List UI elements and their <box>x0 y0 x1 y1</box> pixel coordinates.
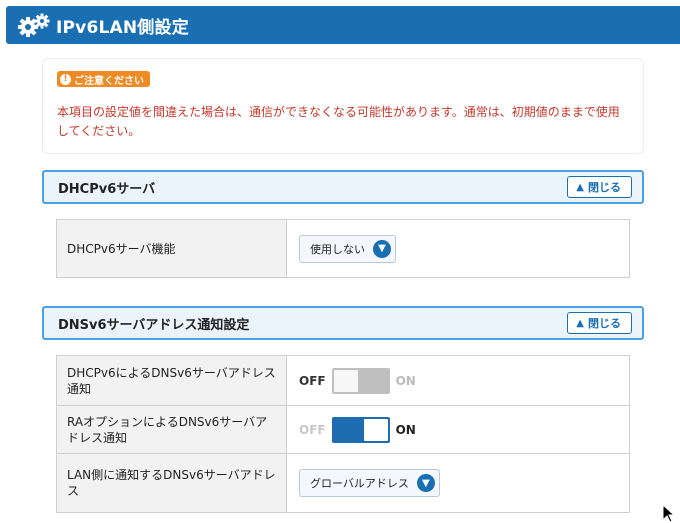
collapse-button-label: 閉じる <box>588 181 621 194</box>
page-header: IPv6LAN側設定 <box>6 6 680 44</box>
row-label: DHCPv6サーバ機能 <box>57 220 287 277</box>
dhcpv6-server-select[interactable]: 使用しない ▼ <box>299 234 396 263</box>
section-header-dhcpv6: DHCPv6サーバ ▲ 閉じる <box>42 170 644 204</box>
row-value: OFF ON <box>287 356 629 405</box>
toggle-off-label: OFF <box>299 422 326 437</box>
caution-badge-label: ご注意ください <box>74 75 144 87</box>
caution-text: 本項目の設定値を間違えた場合は、通信ができなくなる可能性があります。通常は、初期… <box>57 105 620 138</box>
gear-icon <box>18 12 52 38</box>
select-value: グローバルアドレス <box>310 477 409 490</box>
row-value: OFF ON <box>287 406 629 453</box>
collapse-button[interactable]: ▲ 閉じる <box>567 312 632 334</box>
collapse-button-label: 閉じる <box>588 317 621 330</box>
ra-option-dns-notify-toggle[interactable]: OFF ON <box>299 416 416 443</box>
table-row: DHCPv6サーバ機能 使用しない ▼ <box>57 220 629 277</box>
page-title: IPv6LAN側設定 <box>56 17 189 38</box>
toggle-switch[interactable] <box>331 416 390 443</box>
toggle-on-label: ON <box>395 373 416 388</box>
table-row: DHCPv6によるDNSv6サーバアドレス通知 OFF ON <box>57 356 629 406</box>
settings-table-dnsv6: DHCPv6によるDNSv6サーバアドレス通知 OFF ON RAオプションによ… <box>56 355 630 513</box>
row-value: 使用しない ▼ <box>287 220 629 277</box>
row-label: DHCPv6によるDNSv6サーバアドレス通知 <box>57 356 287 405</box>
row-value: グローバルアドレス ▼ <box>287 454 629 512</box>
caution-box: ! ご注意ください 本項目の設定値を間違えた場合は、通信ができなくなる可能性があ… <box>42 58 644 154</box>
table-row: RAオプションによるDNSv6サーバアドレス通知 OFF ON <box>57 406 629 454</box>
exclamation-icon: ! <box>60 73 71 85</box>
dhcpv6-dns-notify-toggle[interactable]: OFF ON <box>299 367 416 394</box>
collapse-button[interactable]: ▲ 閉じる <box>567 176 632 198</box>
toggle-knob <box>333 369 358 392</box>
mouse-cursor-icon <box>662 503 676 523</box>
section-header-dnsv6: DNSv6サーバアドレス通知設定 ▲ 閉じる <box>42 306 644 340</box>
toggle-on-label: ON <box>395 422 416 437</box>
section-title: DHCPv6サーバ <box>58 181 156 197</box>
lan-dns-address-select[interactable]: グローバルアドレス ▼ <box>299 469 440 497</box>
chevron-down-icon: ▼ <box>373 239 391 258</box>
chevron-up-icon: ▲ <box>576 181 584 193</box>
section-title: DNSv6サーバアドレス通知設定 <box>58 317 250 333</box>
caution-badge: ! ご注意ください <box>57 71 150 87</box>
toggle-off-label: OFF <box>299 373 326 388</box>
settings-table-dhcpv6: DHCPv6サーバ機能 使用しない ▼ <box>56 219 630 278</box>
chevron-down-icon: ▼ <box>416 474 435 492</box>
table-row: LAN側に通知するDNSv6サーバアドレス グローバルアドレス ▼ <box>57 454 629 512</box>
chevron-up-icon: ▲ <box>576 317 584 329</box>
select-value: 使用しない <box>310 242 365 256</box>
toggle-switch[interactable] <box>331 367 390 394</box>
row-label: RAオプションによるDNSv6サーバアドレス通知 <box>57 406 287 453</box>
row-label: LAN側に通知するDNSv6サーバアドレス <box>57 454 287 512</box>
toggle-knob <box>363 418 388 441</box>
